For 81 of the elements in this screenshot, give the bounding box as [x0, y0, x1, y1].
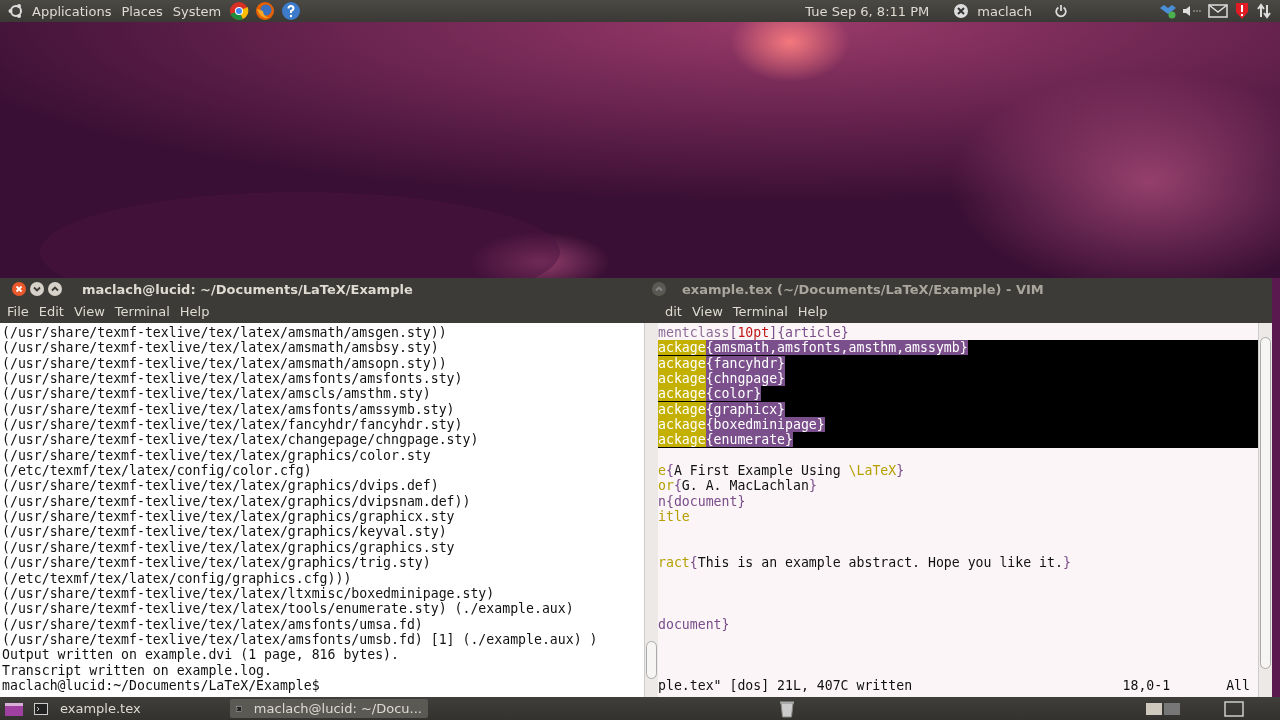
window-list-icon[interactable]: [1224, 700, 1244, 717]
terminal-icon: [34, 702, 48, 715]
dropbox-icon[interactable]: [1160, 3, 1176, 19]
scroll-position: All: [1226, 677, 1250, 694]
cursor-position: 18,0-1: [1122, 677, 1171, 694]
terminal-line: (/usr/share/texmf-texlive/tex/latex/graphics/dvipsnam.def)): [1, 493, 472, 510]
panel-menu[interactable]: Places: [119, 3, 165, 19]
terminal-line: (/usr/share/texmf-texlive/tex/latex/amsmath/amsbsy.sty): [1, 340, 440, 356]
code-line: itle: [658, 509, 690, 525]
terminal-line: (/usr/share/texmf-texlive/tex/latex/graphics/trig.sty): [1, 555, 432, 571]
terminal-line: (/usr/share/texmf-texlive/tex/latex/amsmath/amsopn.sty)): [1, 355, 448, 372]
code-line: mentclass[10pt]{article}: [658, 325, 849, 340]
menu-item[interactable]: Terminal: [109, 304, 175, 319]
network-icon[interactable]: [1256, 3, 1272, 19]
menu-item[interactable]: View: [68, 304, 110, 319]
taskbar-button[interactable]: example.tex: [28, 699, 226, 718]
code-line: ackage{enumerate}: [658, 432, 793, 448]
chrome-browser-icon[interactable]: [229, 1, 250, 21]
workspace-button[interactable]: [1146, 702, 1162, 715]
menu-item[interactable]: View: [686, 304, 728, 319]
terminal-line: (/usr/share/texmf-texlive/tex/latex/graphics/color.sty: [1, 447, 432, 464]
code-line: document}: [658, 616, 730, 632]
maximize-button[interactable]: [48, 282, 62, 296]
power-icon[interactable]: [1054, 4, 1068, 18]
clock[interactable]: Tue Sep 6, 8:11 PM: [803, 3, 932, 19]
panel-menu[interactable]: System: [170, 3, 224, 19]
menu-item[interactable]: dit: [660, 304, 687, 319]
terminal-line: (/usr/share/texmf-texlive/tex/latex/graphics/graphics.sty: [1, 539, 456, 556]
code-line: or{G. A. MacLachlan}: [658, 478, 817, 494]
terminal-line: (/usr/share/texmf-texlive/tex/latex/graphics/keyval.sty): [1, 524, 448, 540]
ubuntu-logo-icon[interactable]: [8, 3, 24, 19]
menu-item[interactable]: Help: [174, 304, 215, 319]
code-line: ackage{boxedminipage}: [658, 417, 825, 433]
terminal-line: maclach@lucid:~/Documents/LaTeX/Example$: [1, 677, 321, 694]
menu-item[interactable]: File: [2, 304, 34, 319]
close-button[interactable]: [12, 282, 26, 296]
terminal-line: (/usr/share/texmf-texlive/tex/latex/amsfonts/amssymb.sty): [1, 401, 456, 418]
user-status-icon[interactable]: [953, 3, 970, 19]
status-message: ple.tex" [dos] 21L, 407C written: [658, 677, 913, 694]
menu-item[interactable]: Terminal: [727, 304, 793, 319]
terminal-line: (/usr/share/texmf-texlive/tex/latex/amsmath/amsgen.sty)): [1, 325, 448, 341]
code-line: ackage{fancyhdr}: [658, 355, 786, 371]
terminal-line: (/usr/share/texmf-texlive/tex/latex/fancyhdr/fancyhdr.sty): [1, 417, 464, 433]
terminal-line: Transcript written on example.log.: [1, 662, 273, 678]
scrollbar[interactable]: [644, 323, 658, 697]
update-warning-icon[interactable]: [1234, 2, 1250, 20]
terminal-line: (/usr/share/texmf-texlive/tex/latex/amsfonts/umsb.fd) [1] (./example.aux) ): [1, 631, 599, 648]
terminal-line: (/usr/share/texmf-texlive/tex/latex/graphics/dvips.def): [1, 478, 440, 494]
code-line: ackage{graphicx}: [658, 401, 786, 417]
maximize-button[interactable]: [652, 282, 666, 296]
terminal-line: Output written on example.dvi (1 page, 816 bytes).: [1, 647, 400, 663]
volume-icon[interactable]: [1182, 3, 1202, 19]
user-name[interactable]: maclach: [975, 3, 1034, 19]
menu-item[interactable]: Help: [792, 304, 833, 319]
terminal-line: (/etc/texmf/tex/latex/config/graphics.cfg))): [1, 570, 353, 586]
window-title: maclach@lucid: ~/Documents/LaTeX/Example: [82, 281, 413, 297]
panel-menu[interactable]: Applications: [30, 3, 114, 19]
terminal-line: (/usr/share/texmf-texlive/tex/latex/amsfonts/umsa.fd): [1, 616, 424, 632]
terminal-line: (/usr/share/texmf-texlive/tex/latex/graphics/graphicx.sty: [1, 509, 456, 525]
terminal-line: (/usr/share/texmf-texlive/tex/latex/tools/enumerate.sty) (./example.aux): [1, 601, 575, 617]
menu-item[interactable]: Edit: [33, 304, 69, 319]
terminal-line: (/usr/share/texmf-texlive/tex/latex/amscls/amsthm.sty): [1, 386, 432, 402]
code-line: ackage{chngpage}: [658, 371, 786, 387]
code-line: ackage{color}: [658, 386, 762, 402]
code-line: ackage{amsmath,amsfonts,amsthm,amssymb}: [658, 340, 968, 356]
terminal-line: (/usr/share/texmf-texlive/tex/latex/amsfonts/amsfonts.sty): [1, 371, 464, 387]
terminal-line: (/etc/texmf/tex/latex/config/color.cfg): [1, 463, 313, 479]
code-line: e{A First Example Using \LaTeX}: [658, 463, 905, 479]
terminal-line: (/usr/share/texmf-texlive/tex/latex/ltxmisc/boxedminipage.sty): [1, 585, 496, 602]
terminal-line: (/usr/share/texmf-texlive/tex/latex/changepage/chngpage.sty): [1, 432, 480, 448]
minimize-button[interactable]: [30, 282, 44, 296]
window-title: example.tex (~/Documents/LaTeX/Example) - VIM: [682, 281, 1044, 297]
help-icon[interactable]: [281, 1, 302, 21]
trash-icon[interactable]: [779, 699, 795, 718]
scrollbar[interactable]: [1258, 323, 1272, 697]
show-desktop-icon[interactable]: [4, 700, 24, 717]
taskbar-button[interactable]: maclach@lucid: ~/Docu...: [230, 699, 428, 718]
mail-icon[interactable]: [1208, 4, 1228, 18]
code-line: n{document}: [658, 493, 746, 509]
firefox-browser-icon[interactable]: [255, 1, 276, 21]
code-line: ract{This is an example abstract. Hope you like it.}: [658, 555, 1071, 571]
